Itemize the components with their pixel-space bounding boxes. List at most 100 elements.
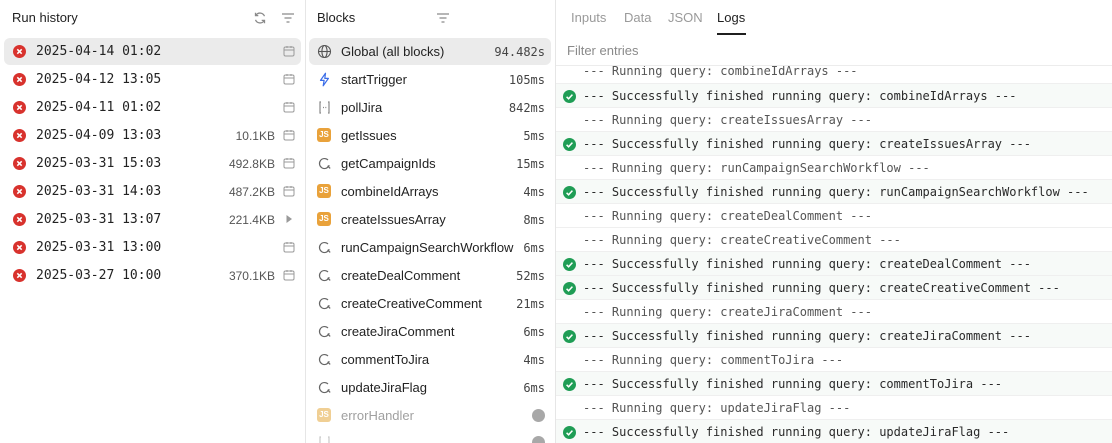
filter-icon[interactable]: [280, 10, 296, 26]
inspector-panel: Inputs Data JSON Logs --- Running query:…: [556, 0, 1112, 443]
block-duration: 52ms: [516, 269, 545, 283]
blocks-panel: Blocks Global (all blocks) 94.482s startTr…: [306, 0, 556, 443]
block-item[interactable]: pollJira 842ms: [309, 94, 551, 121]
block-duration: 15ms: [516, 157, 545, 171]
success-icon: [563, 282, 576, 295]
log-entry: --- Successfully finished running query:…: [556, 419, 1112, 443]
block-name: getIssues: [341, 128, 397, 143]
block-item[interactable]: updateJiraFlag 6ms: [309, 374, 551, 401]
run-row[interactable]: 2025-04-14 01:02: [4, 38, 301, 65]
block-duration: 8ms: [523, 213, 545, 227]
run-size: 370.1KB: [228, 269, 275, 283]
log-entry: --- Running query: commentToJira ---: [556, 347, 1112, 372]
log-entry: --- Successfully finished running query:…: [556, 275, 1112, 300]
run-size: 221.4KB: [228, 213, 275, 227]
tab-data[interactable]: Data: [624, 10, 651, 25]
log-entry: --- Successfully finished running query:…: [556, 371, 1112, 396]
log-text: --- Running query: createCreativeComment…: [583, 233, 901, 247]
log-text: --- Successfully finished running query:…: [583, 137, 1031, 151]
block-name: combineIdArrays: [341, 184, 439, 199]
block-item[interactable]: JS errorHandler: [309, 402, 551, 429]
block-name: runCampaignSearchWorkflow: [341, 240, 514, 255]
block-duration: 105ms: [508, 73, 545, 87]
block-item[interactable]: getCampaignIds 15ms: [309, 150, 551, 177]
block-name: createCreativeComment: [341, 296, 482, 311]
block-item-partial[interactable]: [309, 433, 551, 443]
filter-entries-input[interactable]: [562, 38, 1112, 62]
block-item-global[interactable]: Global (all blocks) 94.482s: [309, 38, 551, 65]
success-icon: [563, 138, 576, 151]
tab-inputs[interactable]: Inputs: [571, 10, 606, 25]
log-entry: --- Running query: combineIdArrays ---: [556, 66, 1112, 83]
run-size: 487.2KB: [228, 185, 275, 199]
disabled-icon: [532, 409, 545, 422]
tab-json[interactable]: JSON: [668, 10, 703, 25]
log-text: --- Running query: createJiraComment ---: [583, 305, 872, 319]
error-icon: [13, 101, 26, 114]
block-item[interactable]: JS combineIdArrays 4ms: [309, 178, 551, 205]
tab-logs[interactable]: Logs: [717, 10, 745, 25]
run-date: 2025-03-31 14:03: [36, 184, 162, 199]
block-item[interactable]: JS getIssues 5ms: [309, 122, 551, 149]
block-item[interactable]: runCampaignSearchWorkflow 6ms: [309, 234, 551, 261]
run-row[interactable]: 2025-03-31 14:03 487.2KB: [4, 178, 301, 205]
error-icon: [13, 73, 26, 86]
play-icon[interactable]: [283, 213, 295, 228]
run-row[interactable]: 2025-03-27 10:00 370.1KB: [4, 262, 301, 289]
js-icon: JS: [317, 408, 331, 422]
disabled-icon: [532, 436, 545, 443]
success-icon: [563, 426, 576, 439]
block-name: createIssuesArray: [341, 212, 446, 227]
run-row[interactable]: 2025-04-11 01:02: [4, 94, 301, 121]
block-item[interactable]: startTrigger 105ms: [309, 66, 551, 93]
block-name: createJiraComment: [341, 324, 455, 339]
log-text: --- Running query: runCampaignSearchWork…: [583, 161, 930, 175]
run-row[interactable]: 2025-04-12 13:05: [4, 66, 301, 93]
log-text: --- Running query: combineIdArrays ---: [583, 66, 858, 78]
run-date: 2025-04-09 13:03: [36, 128, 162, 143]
log-text: --- Running query: commentToJira ---: [583, 353, 844, 367]
calendar-icon: [283, 241, 295, 256]
query-icon: [317, 296, 332, 311]
query-icon: [317, 156, 332, 171]
log-text: --- Running query: createDealComment ---: [583, 209, 872, 223]
run-row[interactable]: 2025-04-09 13:03 10.1KB: [4, 122, 301, 149]
log-entry: --- Successfully finished running query:…: [556, 83, 1112, 108]
calendar-icon: [283, 129, 295, 144]
success-icon: [563, 186, 576, 199]
block-duration: 94.482s: [494, 45, 545, 59]
js-icon: JS: [317, 128, 331, 142]
block-item[interactable]: createDealComment 52ms: [309, 262, 551, 289]
block-name: getCampaignIds: [341, 156, 436, 171]
run-date: 2025-03-31 13:00: [36, 240, 162, 255]
log-entry: --- Running query: createJiraComment ---: [556, 299, 1112, 324]
log-text: --- Successfully finished running query:…: [583, 329, 1031, 343]
loop-icon: [317, 100, 332, 115]
blocks-title: Blocks: [317, 10, 356, 25]
error-icon: [13, 157, 26, 170]
block-duration: 4ms: [523, 353, 545, 367]
block-item[interactable]: createJiraComment 6ms: [309, 318, 551, 345]
error-icon: [13, 45, 26, 58]
block-item[interactable]: JS createIssuesArray 8ms: [309, 206, 551, 233]
log-text: --- Successfully finished running query:…: [583, 425, 1010, 439]
run-date: 2025-04-12 13:05: [36, 72, 162, 87]
log-entry: --- Running query: updateJiraFlag ---: [556, 395, 1112, 420]
inspector-tabs: Inputs Data JSON Logs: [556, 0, 1112, 35]
run-date: 2025-03-31 15:03: [36, 156, 162, 171]
run-row[interactable]: 2025-03-31 13:00: [4, 234, 301, 261]
filter-icon[interactable]: [435, 10, 451, 26]
run-row[interactable]: 2025-03-31 15:03 492.8KB: [4, 150, 301, 177]
log-text: --- Successfully finished running query:…: [583, 257, 1031, 271]
log-entry: --- Running query: createCreativeComment…: [556, 227, 1112, 252]
refresh-icon[interactable]: [252, 10, 268, 26]
log-entry: --- Successfully finished running query:…: [556, 323, 1112, 348]
log-entry: --- Successfully finished running query:…: [556, 251, 1112, 276]
block-duration: 6ms: [523, 241, 545, 255]
run-row[interactable]: 2025-03-31 13:07 221.4KB: [4, 206, 301, 233]
run-size: 492.8KB: [228, 157, 275, 171]
block-duration: 6ms: [523, 381, 545, 395]
block-item[interactable]: createCreativeComment 21ms: [309, 290, 551, 317]
block-item[interactable]: commentToJira 4ms: [309, 346, 551, 373]
block-duration: 842ms: [508, 101, 545, 115]
